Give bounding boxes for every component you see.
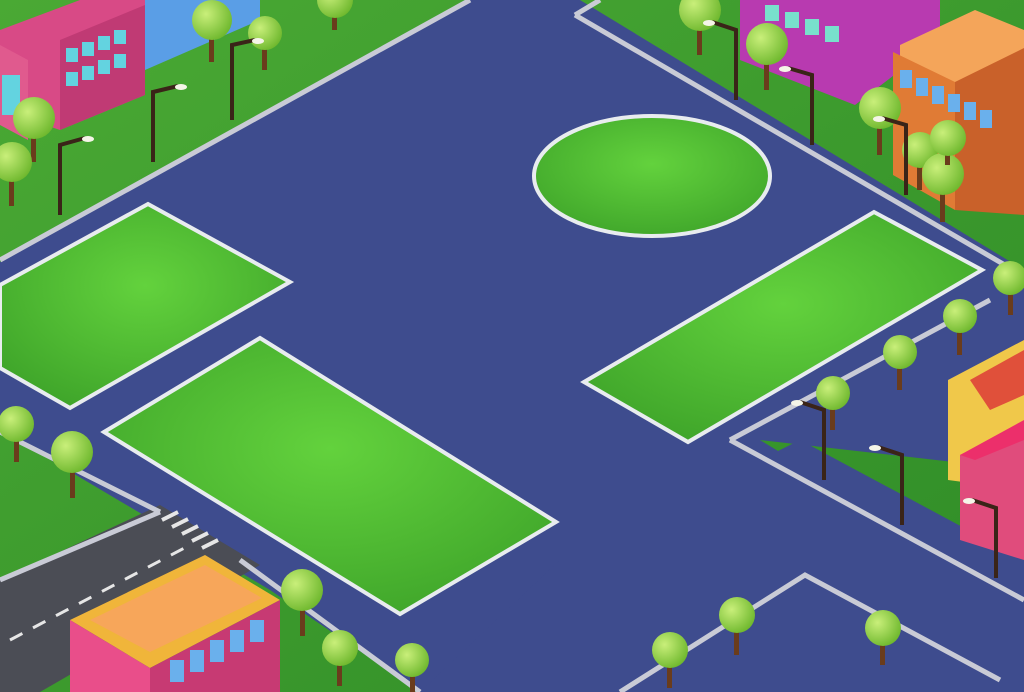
city-map-scene bbox=[0, 0, 1024, 692]
plot-oval[interactable] bbox=[532, 114, 772, 238]
